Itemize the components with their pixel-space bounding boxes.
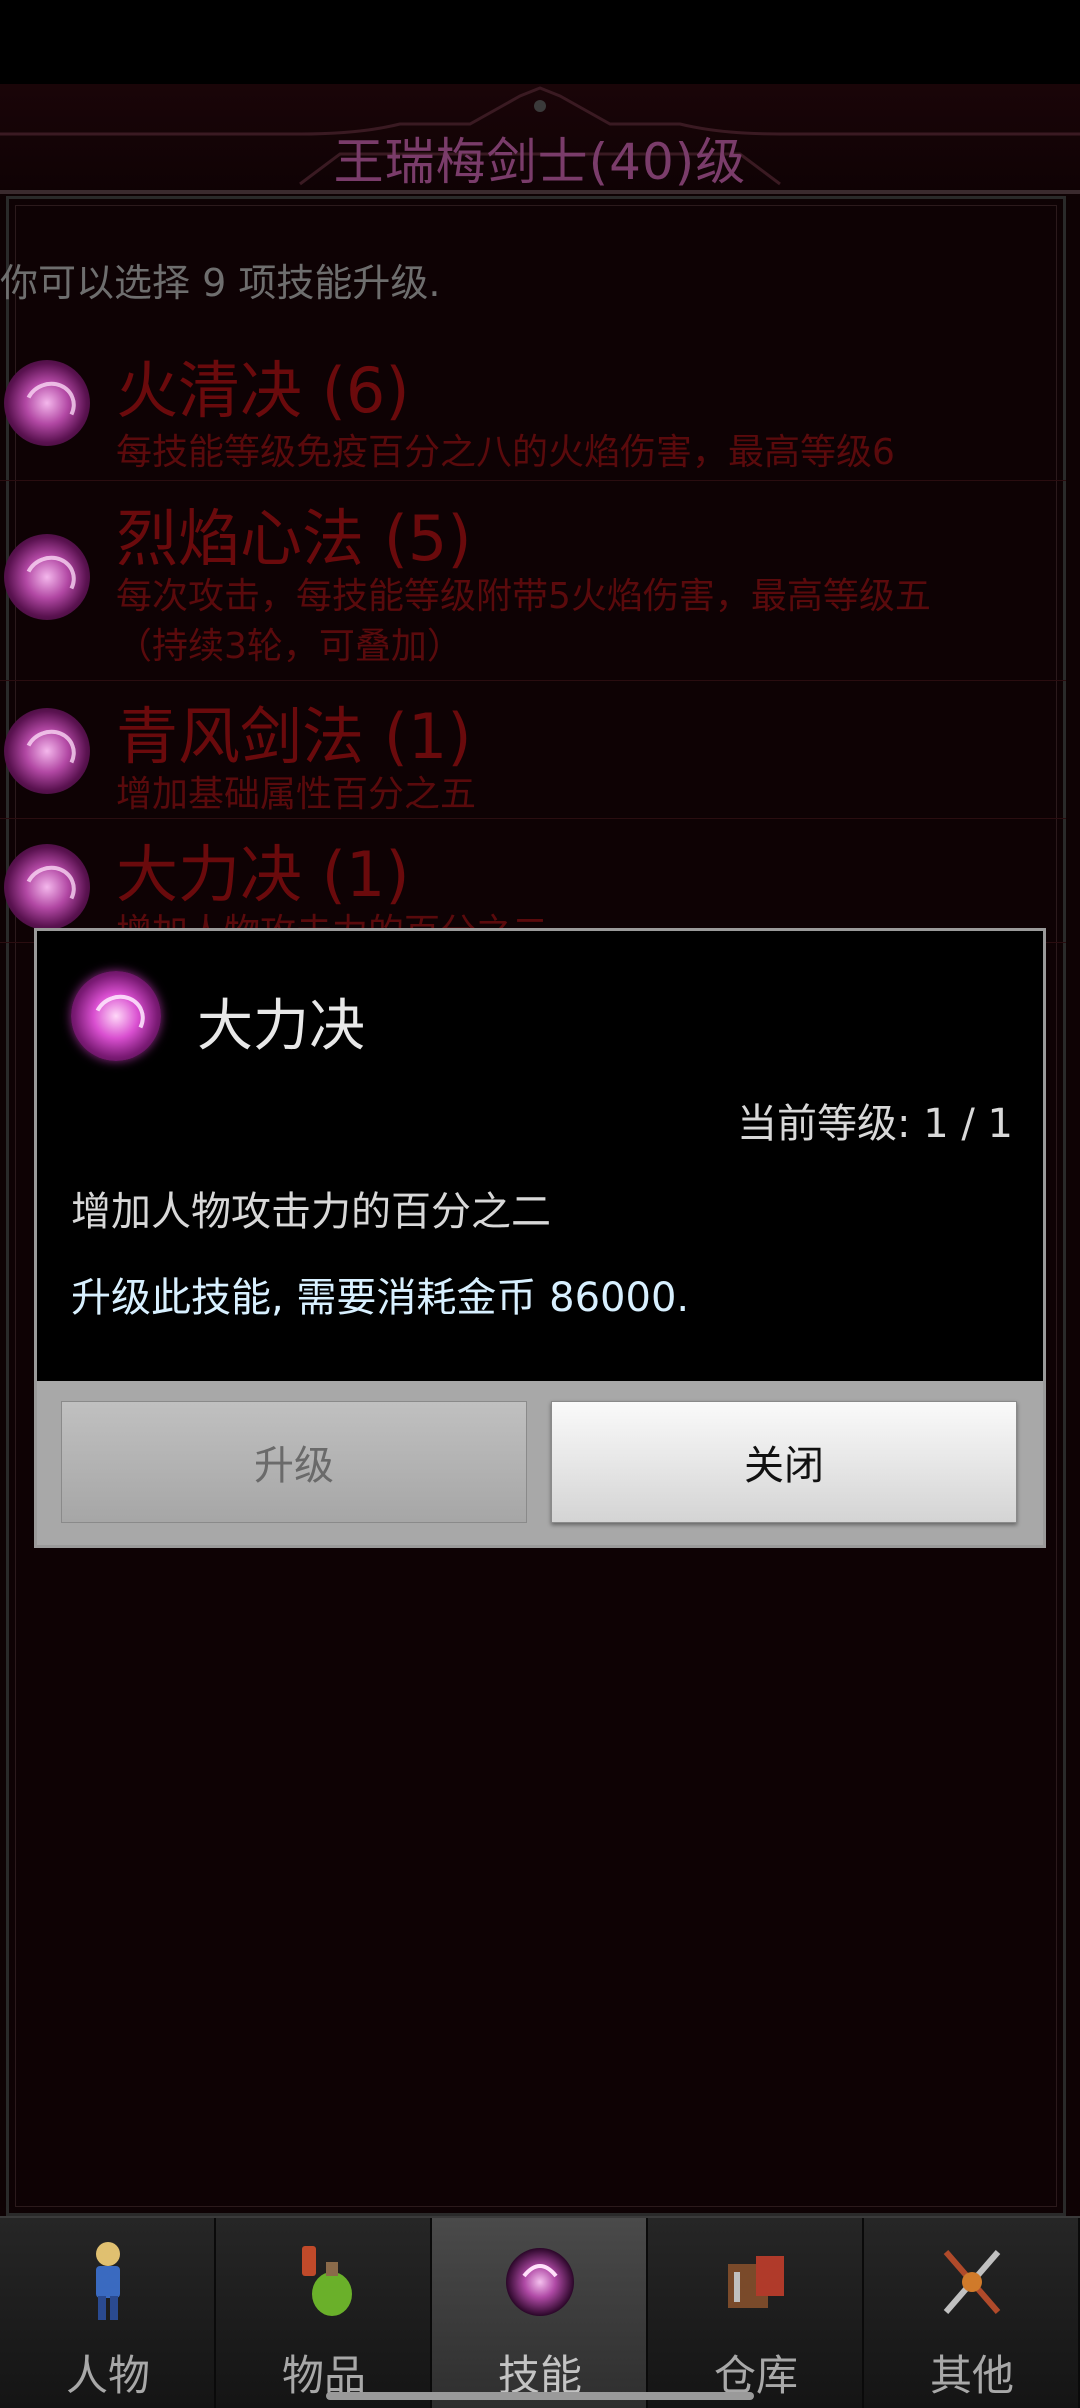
close-button[interactable]: 关闭 [551, 1401, 1017, 1523]
nav-character[interactable]: 人物 [0, 2218, 216, 2408]
current-level: 当前等级: 1 / 1 [737, 1101, 1013, 1147]
dialog-button-bar: 升级 关闭 [37, 1381, 1043, 1545]
bottom-nav: 人物 物品 技能 仓库 其他 [0, 2216, 1080, 2408]
skill-desc: 增加基础属性百分之五 [116, 774, 477, 815]
crossed-weapons-icon [943, 2250, 1001, 2314]
page-title: 王瑞梅剑士(40)级 [333, 133, 747, 191]
character-icon [96, 2242, 120, 2320]
nav-skills[interactable]: 技能 [432, 2218, 648, 2408]
skill-desc-continued: （持续3轮，可叠加） [116, 626, 463, 667]
skill-orb-icon [4, 534, 90, 620]
skill-orb-icon [506, 2248, 574, 2316]
skill-orb-icon [4, 844, 90, 930]
game-screen: 王瑞梅剑士(40)级 你可以选择 9 项技能升级. 火清决 (6) 每技能等级免… [0, 0, 1080, 2408]
skill-orb-icon [4, 708, 90, 794]
upgrade-button[interactable]: 升级 [61, 1401, 527, 1523]
header: 王瑞梅剑士(40)级 [0, 84, 1080, 202]
upgrade-cost: 升级此技能, 需要消耗金币 86000. [71, 1275, 690, 1321]
warehouse-icon [728, 2256, 784, 2308]
dialog-title: 大力决 [197, 994, 365, 1059]
skill-name: 青风剑法 (1) [116, 700, 472, 773]
skill-orb-icon [4, 360, 90, 446]
skill-name: 大力决 (1) [116, 838, 410, 911]
potion-icon [302, 2246, 352, 2316]
skill-name: 烈焰心法 (5) [116, 502, 472, 575]
skill-row[interactable]: 烈焰心法 (5) 每次攻击，每技能等级附带5火焰伤害，最高等级五 （持续3轮，可… [0, 484, 1066, 681]
skill-desc: 每技能等级免疫百分之八的火焰伤害，最高等级6 [116, 432, 895, 473]
home-indicator[interactable] [326, 2392, 754, 2400]
status-bar [0, 0, 1080, 84]
nav-label: 其他 [929, 2351, 1014, 2400]
skill-description: 增加人物攻击力的百分之二 [71, 1189, 551, 1235]
skill-row[interactable]: 大力决 (1) 增加人物攻击力的百分之二 [0, 822, 1066, 953]
skill-orb-icon [71, 971, 161, 1061]
skill-row[interactable]: 火清决 (6) 每技能等级免疫百分之八的火焰伤害，最高等级6 [0, 340, 1066, 481]
skill-upgrade-dialog: 大力决 当前等级: 1 / 1 增加人物攻击力的百分之二 升级此技能, 需要消耗… [34, 928, 1046, 1548]
skill-row[interactable]: 青风剑法 (1) 增加基础属性百分之五 [0, 684, 1066, 819]
nav-items[interactable]: 物品 [216, 2218, 432, 2408]
skill-name: 火清决 (6) [116, 354, 410, 427]
nav-other[interactable]: 其他 [864, 2218, 1080, 2408]
nav-warehouse[interactable]: 仓库 [648, 2218, 864, 2408]
skill-desc: 每次攻击，每技能等级附带5火焰伤害，最高等级五 [116, 576, 931, 617]
selectable-count-note: 你可以选择 9 项技能升级. [0, 261, 441, 305]
nav-label: 人物 [65, 2351, 150, 2400]
